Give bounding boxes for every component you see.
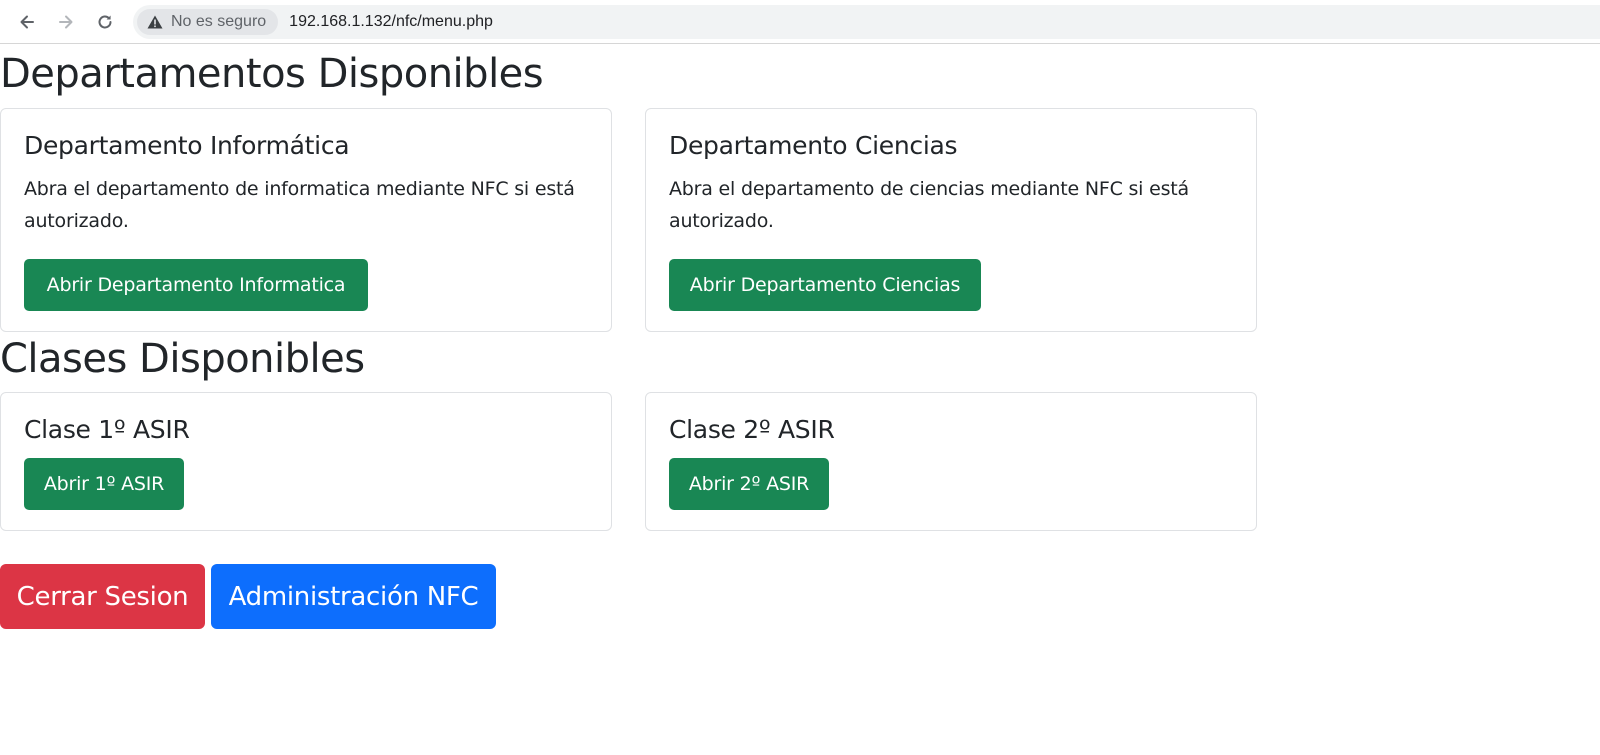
card-text: Abra el departamento de ciencias mediant… — [669, 178, 1189, 232]
card-clase-1-asir: Clase 1º ASIR Abrir 1º ASIR — [0, 392, 612, 531]
card-text: Abra el departamento de informatica medi… — [24, 178, 575, 232]
reload-icon — [95, 12, 115, 32]
administracion-nfc-button[interactable]: Administración NFC — [211, 564, 496, 629]
url-text[interactable]: 192.168.1.132/nfc/menu.php — [289, 13, 493, 31]
security-indicator[interactable]: No es seguro — [137, 9, 279, 35]
abrir-2-asir-button[interactable]: Abrir 2º ASIR — [669, 458, 829, 510]
arrow-left-icon — [17, 12, 37, 32]
reload-button[interactable] — [89, 6, 121, 38]
abrir-ciencias-button[interactable]: Abrir Departamento Ciencias — [669, 259, 981, 311]
page-content: Departamentos Disponibles Departamento I… — [0, 45, 1600, 755]
warning-triangle-icon — [147, 15, 163, 29]
card-departamento-informatica: Departamento Informática Abra el departa… — [0, 108, 612, 332]
card-title: Clase 2º ASIR — [669, 415, 835, 444]
forward-button[interactable] — [50, 6, 82, 38]
security-label: No es seguro — [171, 13, 267, 30]
browser-toolbar: No es seguro 192.168.1.132/nfc/menu.php — [0, 0, 1600, 44]
arrow-right-icon — [56, 12, 76, 32]
address-bar[interactable]: No es seguro 192.168.1.132/nfc/menu.php — [133, 5, 1600, 39]
departamentos-heading: Departamentos Disponibles — [0, 51, 544, 97]
cerrar-sesion-button[interactable]: Cerrar Sesion — [0, 564, 205, 629]
abrir-1-asir-button[interactable]: Abrir 1º ASIR — [24, 458, 184, 510]
card-departamento-ciencias: Departamento Ciencias Abra el departamen… — [645, 108, 1257, 332]
card-title: Clase 1º ASIR — [24, 415, 190, 444]
card-title: Departamento Informática — [24, 131, 350, 160]
clases-heading: Clases Disponibles — [0, 336, 365, 382]
card-title: Departamento Ciencias — [669, 131, 958, 160]
card-clase-2-asir: Clase 2º ASIR Abrir 2º ASIR — [645, 392, 1257, 531]
back-button[interactable] — [11, 6, 43, 38]
abrir-informatica-button[interactable]: Abrir Departamento Informatica — [24, 259, 368, 311]
